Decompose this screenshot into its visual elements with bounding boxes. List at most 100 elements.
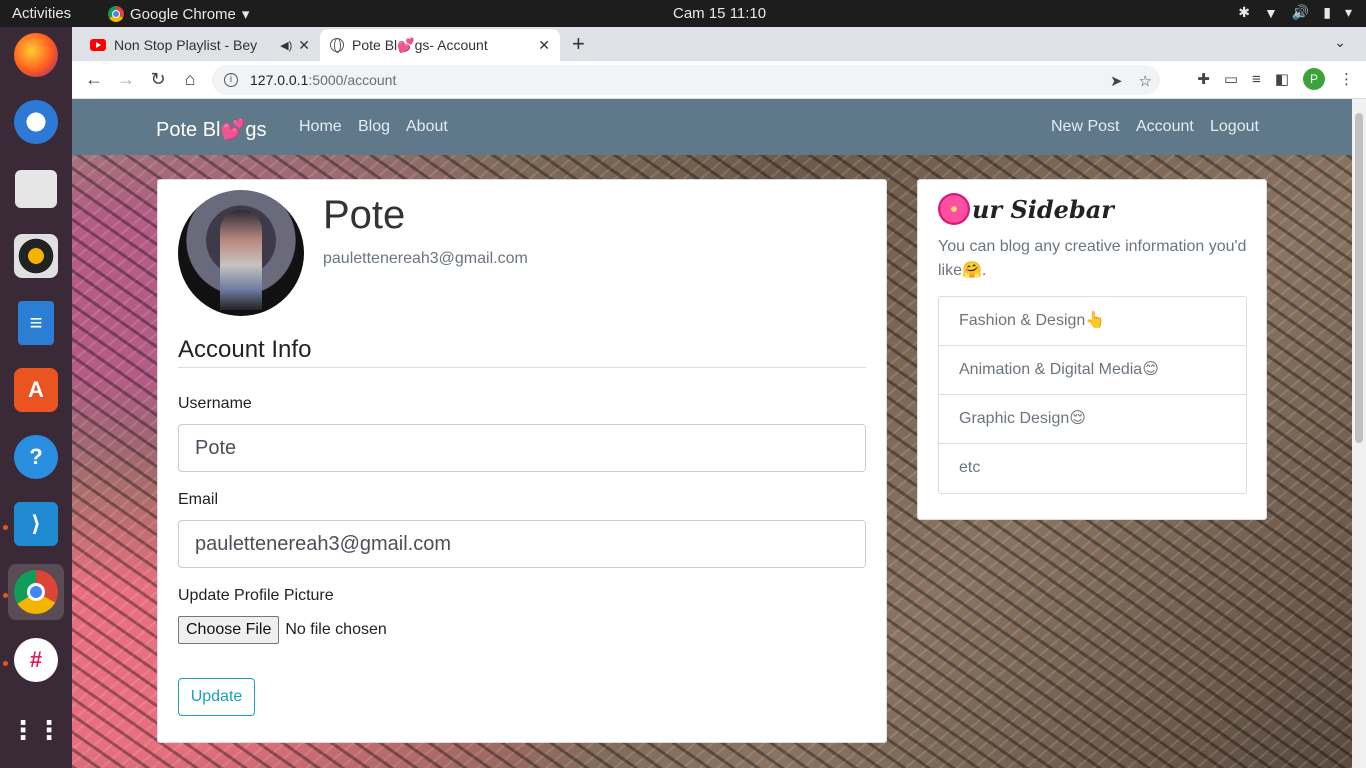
cast-icon[interactable]: ▭ bbox=[1224, 70, 1238, 88]
close-tab-icon[interactable]: ✕ bbox=[298, 37, 310, 54]
slack-tray-icon[interactable]: ✱ bbox=[1238, 4, 1250, 21]
dock-vscode[interactable]: ⟩ bbox=[8, 496, 64, 552]
dock-software[interactable]: A bbox=[8, 362, 64, 418]
sidebar-card: ur Sidebar You can blog any creative inf… bbox=[917, 179, 1267, 520]
list-item[interactable]: Graphic Design😌 bbox=[939, 395, 1246, 444]
page-viewport: Pote Bl💕gs Home Blog About New Post Acco… bbox=[72, 99, 1352, 768]
system-tray[interactable]: ✱ ▼ 🔊 ▮ ▾ bbox=[1238, 4, 1352, 21]
username-label: Username bbox=[178, 395, 252, 412]
sidebar-title: ur Sidebar bbox=[938, 193, 1114, 225]
account-username: Pote bbox=[323, 193, 406, 237]
dock-rhythmbox[interactable] bbox=[8, 228, 64, 284]
choose-file-button[interactable]: Choose File bbox=[178, 616, 280, 644]
volume-icon: 🔊 bbox=[1291, 4, 1310, 20]
forward-icon[interactable]: → bbox=[110, 69, 142, 90]
dock-thunderbird[interactable] bbox=[8, 94, 64, 150]
send-icon[interactable]: ➤ bbox=[1110, 72, 1123, 90]
battery-icon: ▮ bbox=[1323, 4, 1331, 20]
clock[interactable]: Cam 15 11:10 bbox=[673, 5, 766, 22]
wifi-icon: ▼ bbox=[1263, 4, 1278, 21]
profile-picture bbox=[178, 190, 304, 316]
scrollbar-thumb[interactable] bbox=[1355, 113, 1363, 443]
tab-strip: Non Stop Playlist - Bey ◀) ✕ Pote Bl💕gs-… bbox=[72, 27, 1366, 61]
nav-home[interactable]: Home bbox=[299, 118, 342, 136]
browser-window: Non Stop Playlist - Bey ◀) ✕ Pote Bl💕gs-… bbox=[72, 27, 1366, 768]
dock-firefox[interactable] bbox=[8, 27, 64, 83]
account-card: Pote paulettenereah3@gmail.com Account I… bbox=[157, 179, 887, 743]
nav-about[interactable]: About bbox=[406, 118, 448, 136]
home-icon[interactable]: ⌂ bbox=[174, 69, 206, 90]
software-icon: A bbox=[14, 368, 58, 412]
username-input[interactable]: Pote bbox=[178, 424, 866, 472]
site-info-icon[interactable]: i bbox=[224, 73, 238, 87]
profile-avatar[interactable]: P bbox=[1303, 68, 1325, 90]
vscode-icon: ⟩ bbox=[14, 502, 58, 546]
list-item[interactable]: Animation & Digital Media😊 bbox=[939, 346, 1246, 395]
app-menu[interactable]: Google Chrome ▾ bbox=[108, 5, 249, 23]
menu-kebab-icon[interactable]: ⋮ bbox=[1339, 70, 1354, 88]
thunderbird-icon bbox=[14, 100, 58, 144]
dock-chrome[interactable] bbox=[8, 564, 64, 620]
globe-icon bbox=[330, 38, 344, 53]
back-icon[interactable]: ← bbox=[78, 69, 110, 90]
app-menu-label: Google Chrome bbox=[130, 5, 236, 23]
sidebar-list: Fashion & Design👆 Animation & Digital Me… bbox=[938, 296, 1247, 494]
bookmark-star-icon[interactable]: ☆ bbox=[1139, 72, 1152, 90]
dock-help[interactable]: ? bbox=[8, 429, 64, 485]
nav-blog[interactable]: Blog bbox=[358, 118, 390, 136]
site-brand[interactable]: Pote Bl💕gs bbox=[156, 117, 267, 142]
list-item[interactable]: etc bbox=[939, 444, 1246, 493]
rhythmbox-icon bbox=[14, 234, 58, 278]
chrome-icon bbox=[14, 570, 58, 614]
divider bbox=[178, 367, 866, 368]
dock: ≡ A ? ⟩ # ⋮⋮ bbox=[0, 27, 72, 768]
dock-files[interactable] bbox=[8, 161, 64, 217]
account-email: paulettenereah3@gmail.com bbox=[323, 250, 528, 267]
dock-writer[interactable]: ≡ bbox=[8, 295, 64, 351]
chevron-down-icon: ▾ bbox=[1344, 4, 1352, 20]
list-item[interactable]: Fashion & Design👆 bbox=[939, 297, 1246, 346]
dock-show-apps[interactable]: ⋮⋮ bbox=[8, 702, 64, 758]
extensions-icon[interactable]: ✚ bbox=[1197, 70, 1210, 88]
sidebar-title-text: ur Sidebar bbox=[972, 194, 1114, 224]
tab-account[interactable]: Pote Bl💕gs- Account ✕ bbox=[320, 29, 560, 61]
email-input[interactable]: paulettenereah3@gmail.com bbox=[178, 520, 866, 568]
url-path: :5000/account bbox=[308, 72, 397, 88]
update-button[interactable]: Update bbox=[178, 678, 255, 716]
nav-logout[interactable]: Logout bbox=[1210, 118, 1259, 136]
address-bar[interactable]: i 127.0.0.1:5000/account ➤ ☆ bbox=[212, 65, 1160, 95]
nav-new-post[interactable]: New Post bbox=[1051, 118, 1119, 136]
activities-button[interactable]: Activities bbox=[12, 5, 71, 22]
chrome-icon bbox=[108, 6, 124, 22]
dock-slack[interactable]: # bbox=[8, 632, 64, 688]
email-label: Email bbox=[178, 491, 219, 508]
side-panel-icon[interactable]: ◧ bbox=[1275, 70, 1289, 88]
file-input: Choose File No file chosen bbox=[178, 616, 387, 644]
firefox-icon bbox=[14, 33, 58, 77]
speaker-icon[interactable]: ◀) bbox=[280, 39, 292, 52]
account-info-heading: Account Info bbox=[178, 336, 312, 363]
nav-account[interactable]: Account bbox=[1136, 118, 1194, 136]
picture-label: Update Profile Picture bbox=[178, 587, 334, 604]
files-icon bbox=[15, 170, 57, 208]
chevron-down-icon: ▾ bbox=[241, 6, 250, 23]
browser-toolbar: ← → ↻ ⌂ i 127.0.0.1:5000/account ➤ ☆ ✚ ▭… bbox=[72, 61, 1366, 99]
site-navbar: Pote Bl💕gs Home Blog About New Post Acco… bbox=[72, 99, 1352, 155]
tab-title: Pote Bl💕gs- Account bbox=[352, 36, 488, 53]
tab-playlist[interactable]: Non Stop Playlist - Bey ◀) ✕ bbox=[80, 29, 320, 61]
page-scrollbar[interactable] bbox=[1352, 99, 1366, 768]
url-host: 127.0.0.1 bbox=[250, 72, 309, 88]
sidebar-description: You can blog any creative information yo… bbox=[938, 238, 1247, 279]
media-icon[interactable]: ≡ bbox=[1252, 71, 1261, 88]
reload-icon[interactable]: ↻ bbox=[142, 69, 174, 90]
tab-title: Non Stop Playlist - Bey bbox=[114, 37, 258, 53]
slack-icon: # bbox=[14, 638, 58, 682]
close-tab-icon[interactable]: ✕ bbox=[538, 37, 550, 54]
tab-search-icon[interactable]: ⌄ bbox=[1334, 34, 1346, 51]
new-tab-button[interactable]: + bbox=[572, 31, 585, 57]
grid-icon: ⋮⋮ bbox=[10, 714, 62, 745]
no-file-text: No file chosen bbox=[285, 621, 387, 638]
youtube-icon bbox=[90, 39, 106, 51]
system-top-bar: Activities Google Chrome ▾ Cam 15 11:10 … bbox=[0, 0, 1366, 27]
hibiscus-icon bbox=[938, 193, 970, 225]
